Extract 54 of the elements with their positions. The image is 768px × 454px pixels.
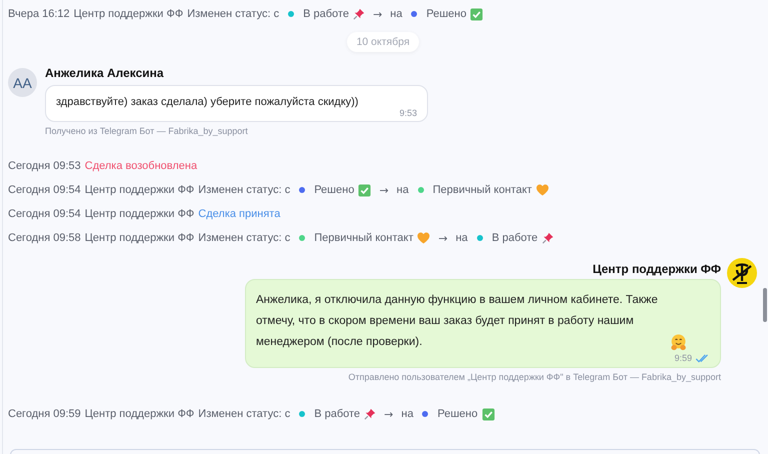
event-action: Изменен статус: с bbox=[198, 408, 290, 420]
status-name: Первичный контакт bbox=[314, 232, 414, 244]
pushpin-icon bbox=[352, 8, 365, 20]
status-name: Первичный контакт bbox=[432, 184, 532, 196]
event-time: Сегодня 09:54 bbox=[8, 184, 81, 196]
sender-name: Центр поддержки ФФ bbox=[592, 262, 721, 276]
heart-icon bbox=[536, 184, 549, 196]
event-author: Центр поддержки ФФ bbox=[84, 184, 194, 196]
event-text: Сделка принята bbox=[198, 208, 280, 220]
event-time: Сегодня 09:58 bbox=[8, 232, 81, 244]
event-time: Вчера 16:12 bbox=[8, 8, 70, 20]
event-author: Центр поддержки ФФ bbox=[84, 408, 194, 420]
message-time: 9:53 bbox=[399, 108, 417, 118]
status-name: Решено bbox=[437, 408, 478, 420]
event-author: Центр поддержки ФФ bbox=[84, 208, 194, 220]
event-action: Изменен статус: с bbox=[187, 8, 280, 20]
arrow-symbol: → bbox=[438, 232, 448, 244]
status-name: В работе bbox=[314, 408, 360, 420]
event-action: Изменен статус: с bbox=[198, 184, 290, 196]
event-author: Центр поддержки ФФ bbox=[74, 8, 184, 20]
event-text: на bbox=[396, 184, 409, 196]
status-name: В работе bbox=[492, 232, 538, 244]
checkmark-icon bbox=[470, 8, 484, 20]
logo-avatar bbox=[727, 258, 757, 288]
status-name: Решено bbox=[426, 8, 466, 20]
sender-name: Анжелика Алексина bbox=[45, 66, 164, 80]
hugging-face-icon bbox=[670, 334, 687, 351]
status-name: Решено bbox=[314, 184, 354, 196]
status-name: В работе bbox=[303, 8, 349, 20]
arrow-symbol: → bbox=[372, 8, 382, 20]
event-text: на bbox=[401, 408, 414, 420]
message-text: Анжелика, я отключила данную функцию в вашем личном кабинете. Также отмечу, что в скором времени ваш заказ будет принят в работу нашим менеджером (после проверки). bbox=[256, 293, 659, 350]
date-badge: 10 октября bbox=[347, 32, 419, 52]
checkmark-icon bbox=[482, 408, 495, 420]
avatar: АА bbox=[8, 68, 37, 97]
checkmark-icon bbox=[358, 184, 372, 196]
message-source: Получено из Telegram Бот — Fabrika_by_support bbox=[45, 126, 248, 136]
heart-icon bbox=[417, 232, 430, 244]
message-text: здравствуйте) заказ сделала) уберите пожалуйста скидку)) bbox=[56, 96, 360, 108]
message-source: Отправлено пользователем „Центр поддержки ФФ" в Telegram Бот — Fabrika_by_support bbox=[348, 372, 721, 382]
pushpin-icon bbox=[364, 408, 376, 420]
event-author: Центр поддержки ФФ bbox=[84, 232, 194, 244]
event-text: на bbox=[390, 8, 402, 20]
event-time: Сегодня 09:54 bbox=[8, 208, 81, 220]
event-time: Сегодня 09:53 bbox=[8, 160, 81, 172]
event-text: Сделка возобновлена bbox=[84, 160, 198, 172]
event-action: Изменен статус: с bbox=[198, 232, 290, 244]
arrow-symbol: → bbox=[379, 184, 389, 196]
arrow-symbol: → bbox=[384, 408, 394, 420]
message-time: 9:59 bbox=[674, 353, 692, 363]
pushpin-icon bbox=[542, 232, 554, 244]
event-time: Сегодня 09:59 bbox=[8, 408, 81, 420]
event-text: на bbox=[456, 232, 468, 244]
scrollbar[interactable] bbox=[763, 288, 767, 322]
